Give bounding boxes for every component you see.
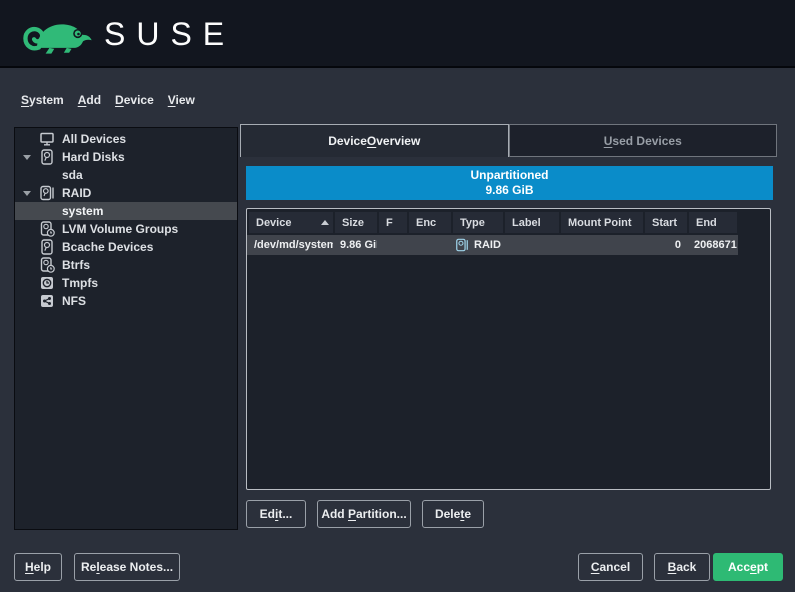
menu-device[interactable]: Device	[108, 90, 161, 110]
accept-button[interactable]: Accept	[713, 553, 783, 581]
tab-used-devices[interactable]: Used Devices	[509, 124, 778, 157]
column-header-mount-point[interactable]: Mount Point	[561, 212, 643, 233]
edit-button[interactable]: Edit...	[246, 500, 306, 528]
column-header-start[interactable]: Start	[645, 212, 687, 233]
add-partition-button[interactable]: Add Partition...	[317, 500, 411, 528]
menu-system[interactable]: System	[14, 90, 71, 110]
column-header-type[interactable]: Type	[453, 212, 503, 233]
summary-title: Unpartitioned	[471, 168, 549, 183]
device-tree-panel: All Devices Hard Disks sda RAID system L…	[14, 127, 238, 530]
nfs-share-icon	[39, 293, 55, 309]
sidebar-item-system[interactable]: system	[15, 202, 237, 220]
sidebar-item-nfs[interactable]: NFS	[15, 292, 237, 310]
brand-wordmark: SUSE	[104, 14, 235, 54]
delete-button[interactable]: Delete	[422, 500, 484, 528]
menu-add[interactable]: Add	[71, 90, 108, 110]
partitions-table: Device Size F Enc Type Label Mount Point…	[246, 208, 771, 490]
sidebar-item-btrfs[interactable]: Btrfs	[15, 256, 237, 274]
sidebar-item-lvm-volume-groups[interactable]: LVM Volume Groups	[15, 220, 237, 238]
menubar: System Add Device View	[14, 90, 202, 110]
tab-device-overview[interactable]: Device Overview	[240, 124, 509, 157]
column-header-f[interactable]: F	[379, 212, 407, 233]
cell-end: 20686719	[689, 239, 737, 251]
expander-open-icon[interactable]	[20, 155, 34, 160]
unpartitioned-summary-bar: Unpartitioned 9.86 GiB	[246, 166, 773, 200]
cancel-button[interactable]: Cancel	[578, 553, 643, 581]
menu-view[interactable]: View	[161, 90, 202, 110]
sidebar-item-bcache-devices[interactable]: Bcache Devices	[15, 238, 237, 256]
suse-chameleon-logo-icon	[18, 10, 102, 58]
sidebar-item-tmpfs[interactable]: Tmpfs	[15, 274, 237, 292]
cell-start: 0	[645, 239, 687, 251]
btrfs-disk-clock-icon	[39, 257, 55, 273]
cell-size: 9.86 GiB	[335, 239, 377, 251]
back-button[interactable]: Back	[654, 553, 710, 581]
tab-bar: Device Overview Used Devices	[240, 124, 777, 157]
sidebar-item-all-devices[interactable]: All Devices	[15, 130, 237, 148]
tmpfs-clock-icon	[39, 275, 55, 291]
sort-ascending-icon	[321, 220, 329, 225]
hard-disk-icon	[39, 239, 55, 255]
column-header-device[interactable]: Device	[249, 212, 333, 233]
summary-size: 9.86 GiB	[485, 183, 533, 198]
cell-device: /dev/md/system	[249, 239, 333, 251]
sidebar-item-hard-disks[interactable]: Hard Disks	[15, 148, 237, 166]
raid-type-icon	[455, 237, 469, 253]
cell-type: RAID	[453, 237, 503, 253]
app-header: SUSE	[0, 0, 795, 68]
raid-icon	[39, 185, 55, 201]
lvm-disk-clock-icon	[39, 221, 55, 237]
expander-open-icon[interactable]	[20, 191, 34, 196]
help-button[interactable]: Help	[14, 553, 62, 581]
column-header-end[interactable]: End	[689, 212, 737, 233]
table-header-row: Device Size F Enc Type Label Mount Point…	[247, 209, 770, 233]
sidebar-item-sda[interactable]: sda	[15, 166, 237, 184]
sidebar-item-raid[interactable]: RAID	[15, 184, 237, 202]
column-header-label[interactable]: Label	[505, 212, 559, 233]
table-row-dev-md-system[interactable]: /dev/md/system 9.86 GiB RAID 0 20686719	[247, 235, 738, 255]
hard-disk-icon	[39, 149, 55, 165]
monitor-icon	[39, 131, 55, 147]
column-header-enc[interactable]: Enc	[409, 212, 451, 233]
column-header-size[interactable]: Size	[335, 212, 377, 233]
release-notes-button[interactable]: Release Notes...	[74, 553, 180, 581]
